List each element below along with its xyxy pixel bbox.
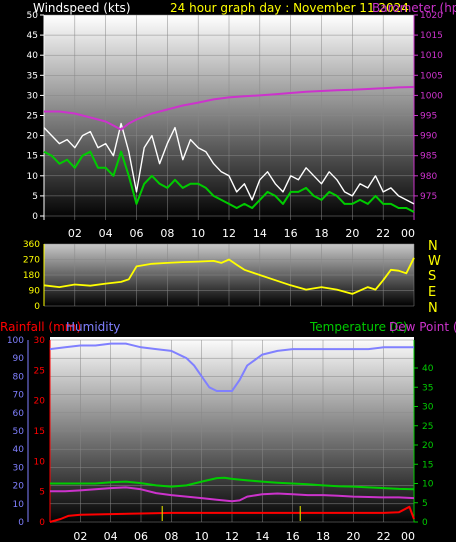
direction-tick-label: 360 — [23, 240, 40, 250]
temperature-tick-label: 10 — [422, 480, 434, 490]
direction-tick-label: 0 — [34, 302, 40, 312]
climate-hour-label: 16 — [286, 530, 300, 542]
windspeed-tick-label: 10 — [27, 172, 39, 182]
temperature-tick-label: 30 — [422, 403, 434, 413]
direction-tick-label: 180 — [23, 271, 40, 281]
temperature-tick-label: 15 — [422, 460, 433, 470]
wind-hour-label: 08 — [160, 227, 174, 240]
windspeed-tick-label: 15 — [27, 152, 38, 162]
wind-hour-label: 00 — [401, 227, 415, 240]
temperature-tick-label: 35 — [422, 383, 433, 393]
windspeed-tick-label: 0 — [32, 212, 38, 222]
climate-hour-label: 04 — [104, 530, 118, 542]
windspeed-tick-label: 45 — [27, 31, 38, 41]
wind-hour-label: 04 — [99, 227, 113, 240]
humidity-tick-label: 100 — [7, 336, 24, 346]
rainfall-ticks: 0 5 10 15 20 25 30 — [34, 336, 51, 528]
climate-hour-label: 18 — [316, 530, 330, 542]
humidity-tick-label: 70 — [13, 391, 25, 401]
wind-hour-label: 16 — [284, 227, 298, 240]
compass-n-bottom: N — [428, 301, 438, 316]
rainfall-tick-label: 25 — [34, 366, 45, 376]
wind-hour-label: 20 — [345, 227, 359, 240]
barometer-tick-label: 1015 — [420, 31, 443, 41]
weather-chart-canvas: Windspeed (kts) 24 hour graph day : Nove… — [0, 1, 456, 542]
barometer-tick-label: 1010 — [420, 51, 443, 61]
barometer-tick-label: 985 — [420, 152, 437, 162]
compass-n-top: N — [428, 239, 438, 254]
climate-hour-label: 20 — [346, 530, 360, 542]
climate-hour-label: 02 — [73, 530, 87, 542]
humidity-tick-label: 60 — [13, 409, 25, 419]
direction-tick-label: 90 — [29, 287, 41, 297]
humidity-tick-label: 90 — [13, 354, 25, 364]
compass-labels: N W S E N — [428, 239, 441, 316]
humidity-tick-label: 10 — [13, 500, 25, 510]
windspeed-tick-label: 35 — [27, 71, 38, 81]
windspeed-tick-label: 40 — [27, 51, 39, 61]
barometer-tick-label: 975 — [420, 192, 437, 202]
barometer-tick-label: 1005 — [420, 71, 443, 81]
climate-hour-label: 06 — [134, 530, 148, 542]
windspeed-axis-label: Windspeed (kts) — [33, 1, 131, 15]
wind-hour-label: 18 — [315, 227, 329, 240]
climate-hour-label: 14 — [255, 530, 269, 542]
rainfall-tick-label: 0 — [39, 518, 45, 528]
barometer-tick-label: 995 — [420, 112, 437, 122]
barometer-axis-label: Barometer (hpa) — [372, 1, 456, 15]
humidity-tick-label: 80 — [13, 372, 25, 382]
wind-hour-label: 22 — [376, 227, 390, 240]
humidity-ticks: 0 10 20 30 40 50 60 70 80 90 100 — [7, 336, 29, 528]
rainfall-tick-label: 5 — [39, 488, 45, 498]
direction-tick-label: 270 — [23, 256, 40, 266]
humidity-tick-label: 30 — [13, 463, 25, 473]
dewpoint-axis-label: Dew Point (C) — [389, 320, 456, 334]
wind-hour-label: 10 — [191, 227, 205, 240]
climate-hour-ticks: 02 04 06 08 10 12 14 16 18 20 22 00 — [73, 530, 415, 542]
windspeed-tick-label: 5 — [32, 192, 38, 202]
climate-hour-label: 00 — [401, 530, 415, 542]
wind-hour-label: 06 — [130, 227, 144, 240]
rainfall-tick-label: 20 — [34, 397, 46, 407]
temperature-tick-label: 40 — [422, 364, 434, 374]
rainfall-tick-label: 30 — [34, 336, 46, 346]
barometer-tick-label: 1020 — [420, 11, 443, 21]
compass-s: S — [428, 269, 436, 284]
temperature-tick-label: 20 — [422, 441, 434, 451]
wind-hour-label: 02 — [68, 227, 82, 240]
wind-hour-label: 12 — [222, 227, 236, 240]
windspeed-tick-label: 20 — [27, 132, 39, 142]
climate-hour-label: 10 — [195, 530, 209, 542]
temperature-tick-label: 0 — [422, 518, 428, 528]
humidity-tick-label: 0 — [18, 518, 24, 528]
compass-e: E — [428, 285, 436, 300]
temperature-ticks: 0 5 10 15 20 25 30 35 40 — [413, 340, 434, 528]
rainfall-tick-label: 10 — [34, 457, 46, 467]
windspeed-tick-label: 30 — [27, 91, 39, 101]
wind-hour-label: 14 — [253, 227, 267, 240]
wind-hour-ticks: 02 04 06 08 10 12 14 16 18 20 22 00 — [68, 227, 415, 240]
climate-hour-label: 12 — [225, 530, 239, 542]
barometer-tick-label: 980 — [420, 172, 437, 182]
direction-ticks: 0 90 180 270 360 — [23, 240, 45, 312]
temperature-tick-label: 5 — [422, 499, 428, 509]
compass-w: W — [428, 254, 441, 269]
barometer-tick-label: 1000 — [420, 91, 443, 101]
windspeed-tick-label: 25 — [27, 112, 38, 122]
climate-hour-label: 08 — [164, 530, 178, 542]
rainfall-tick-label: 15 — [34, 427, 45, 437]
humidity-tick-label: 50 — [13, 427, 25, 437]
barometer-ticks: 975 980 985 990 995 1000 1005 1010 1015 1020 — [413, 11, 443, 220]
temperature-tick-label: 25 — [422, 422, 433, 432]
barometer-tick-label: 990 — [420, 132, 437, 142]
humidity-axis-label: Humidity — [66, 320, 120, 334]
humidity-tick-label: 20 — [13, 482, 25, 492]
windspeed-tick-label: 50 — [27, 11, 39, 21]
humidity-tick-label: 40 — [13, 445, 25, 455]
climate-hour-label: 22 — [377, 530, 391, 542]
windspeed-ticks: 0 5 10 15 20 25 30 35 40 45 50 — [27, 11, 45, 222]
